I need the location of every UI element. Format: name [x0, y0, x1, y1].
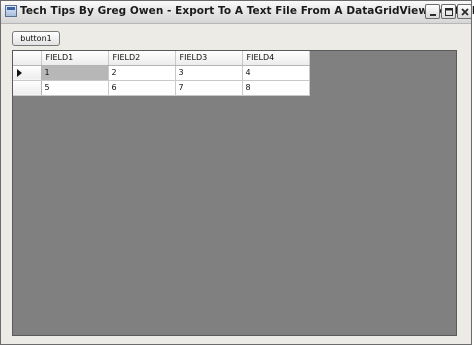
column-header-field3[interactable]: FIELD3 — [175, 51, 243, 66]
header-row: FIELD1 FIELD2 FIELD3 FIELD4 — [13, 51, 310, 66]
button1-button[interactable]: button1 — [12, 31, 60, 46]
grid-cell[interactable]: 5 — [41, 80, 109, 96]
row-header[interactable] — [13, 80, 42, 96]
maximize-button[interactable] — [441, 4, 456, 19]
data-grid-view[interactable]: FIELD1 FIELD2 FIELD3 FIELD4 1 2 3 4 5 6 … — [12, 50, 457, 336]
column-header-field4[interactable]: FIELD4 — [242, 51, 310, 66]
table-row: 1 2 3 4 — [13, 65, 310, 81]
window-title: Tech Tips By Greg Owen - Export To A Tex… — [20, 5, 474, 17]
row-header[interactable] — [13, 65, 42, 81]
minimize-icon — [430, 14, 436, 16]
grid-cell[interactable]: 1 — [41, 65, 109, 81]
table-row: 5 6 7 8 — [13, 80, 310, 96]
column-header-field2[interactable]: FIELD2 — [108, 51, 176, 66]
grid-cell[interactable]: 4 — [242, 65, 310, 81]
column-header-field1[interactable]: FIELD1 — [41, 51, 109, 66]
minimize-button[interactable] — [425, 4, 440, 19]
close-icon — [461, 8, 469, 16]
grid-cell[interactable]: 3 — [175, 65, 243, 81]
main-window: Tech Tips By Greg Owen - Export To A Tex… — [0, 0, 474, 345]
grid-table: FIELD1 FIELD2 FIELD3 FIELD4 1 2 3 4 5 6 … — [13, 51, 310, 96]
grid-cell[interactable]: 7 — [175, 80, 243, 96]
title-bar[interactable]: Tech Tips By Greg Owen - Export To A Tex… — [1, 1, 474, 24]
top-left-header-cell[interactable] — [13, 51, 42, 66]
app-window-icon[interactable] — [5, 5, 17, 17]
current-row-arrow-icon — [17, 68, 22, 77]
grid-cell[interactable]: 2 — [108, 65, 176, 81]
grid-cell[interactable]: 8 — [242, 80, 310, 96]
close-button[interactable] — [457, 4, 472, 19]
maximize-icon — [445, 8, 453, 16]
grid-cell[interactable]: 6 — [108, 80, 176, 96]
